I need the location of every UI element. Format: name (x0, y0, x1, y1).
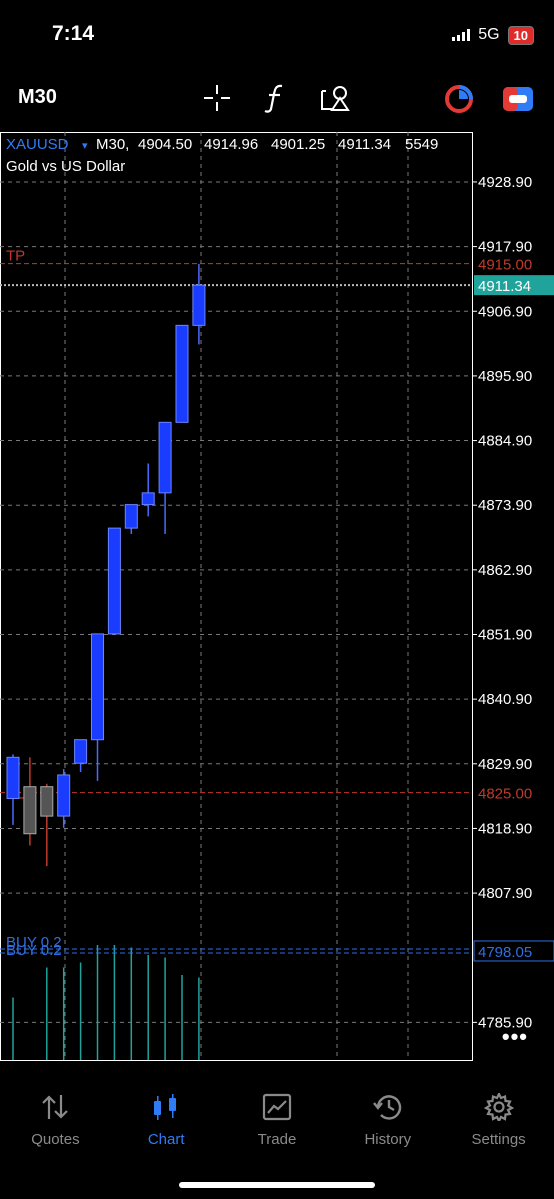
ohlc-volume: 5549 (405, 136, 438, 153)
trade-levels: 4915.00TP4911.344911.344825.00SLBUY 0.2B… (0, 248, 554, 962)
price-tick-label: 4895.90 (478, 368, 532, 385)
nav-item-quotes[interactable]: Quotes (0, 1088, 111, 1158)
sl-price-label: 4825.00 (478, 786, 532, 803)
battery-icon: 10 (507, 25, 534, 45)
quotes-icon (39, 1093, 71, 1125)
tp-price-label: 4915.00 (478, 257, 532, 274)
price-tick-label: 4862.90 (478, 562, 532, 579)
function-icon[interactable] (260, 84, 292, 113)
candle-body (107, 527, 121, 635)
nav-item-label: Quotes (31, 1131, 80, 1148)
price-chart[interactable]: 4915.00TP4911.344911.344825.00SLBUY 0.2B… (0, 132, 554, 1062)
symbol-description: Gold vs US Dollar (6, 158, 125, 175)
nav-item-label: Trade (257, 1131, 297, 1148)
ohlc-close: 4911.34 (338, 136, 391, 153)
tp-label: TP (6, 248, 25, 265)
home-indicator (179, 1182, 375, 1188)
trade-icon (261, 1093, 293, 1125)
price-axis: 4928.90 4917.90 4906.90 4895.90 4884.90 4873.… (472, 174, 532, 1031)
nav-item-trade[interactable]: Trade (222, 1088, 333, 1158)
price-tick-label: 4906.90 (478, 303, 532, 320)
one-click-trading-icon[interactable] (444, 85, 474, 113)
chart-icon (150, 1093, 182, 1125)
crosshair-icon[interactable] (201, 84, 233, 112)
current-price-box-label: 4911.34 (478, 278, 531, 295)
price-tick-label: 4917.90 (478, 239, 532, 256)
candle-body (175, 324, 189, 423)
candle-body (192, 284, 206, 326)
status-indicators: 5G 10 (452, 24, 534, 46)
objects-icon[interactable] (320, 84, 352, 112)
price-tick-label: 4807.90 (478, 885, 532, 902)
ohlc-open: 4904.50 (138, 136, 192, 153)
nav-item-label: Settings (471, 1131, 526, 1148)
price-tick-label: 4818.90 (478, 820, 532, 837)
nav-item-settings[interactable]: Settings (443, 1088, 554, 1158)
bottom-nav: Quotes Chart Trade History Settings (0, 1088, 554, 1158)
candle-body (40, 786, 54, 817)
chart-grid (0, 132, 473, 1061)
price-tick-label: 4873.90 (478, 497, 532, 514)
price-tick-label: 4829.90 (478, 756, 532, 773)
status-time: 7:14 (52, 22, 95, 45)
candles (6, 263, 206, 867)
period-label: M30, (96, 136, 129, 153)
volume-bars (12, 945, 200, 1060)
price-tick-label: 4851.90 (478, 626, 532, 643)
price-tick-label: 4840.90 (478, 691, 532, 708)
candle-body (91, 633, 104, 741)
candle-body (6, 756, 20, 799)
candle-body (74, 739, 88, 764)
symbol-dropdown-icon[interactable]: ▾ (82, 140, 88, 152)
timeframe-button[interactable]: M30 (18, 86, 57, 109)
chart-frame (0, 132, 473, 1061)
price-tick-label: 4928.90 (478, 174, 532, 191)
nav-item-label: History (364, 1131, 412, 1148)
candle-body (124, 504, 138, 529)
nav-item-chart[interactable]: Chart (111, 1088, 222, 1158)
nav-item-history[interactable]: History (332, 1088, 443, 1158)
candle-body (23, 786, 37, 835)
ohlc-high: 4914.96 (204, 136, 258, 153)
more-options-button[interactable]: ••• (502, 1024, 528, 1050)
settings-icon (483, 1091, 515, 1125)
buy-price-label: 4798.05 (478, 944, 532, 961)
candle-body (158, 421, 172, 494)
network-type: 5G (478, 26, 500, 43)
candle-body (57, 774, 71, 817)
symbol-label[interactable]: XAUUSD (6, 136, 69, 153)
nav-item-label: Chart (147, 1131, 185, 1148)
candle-body (141, 492, 155, 506)
history-icon (372, 1093, 404, 1125)
signal-icon (452, 29, 471, 41)
price-tick-label: 4884.90 (478, 433, 532, 450)
ohlc-low: 4901.25 (271, 136, 325, 153)
account-icon[interactable] (502, 86, 534, 112)
buy-label-2: BUY 0.2 (6, 942, 62, 959)
